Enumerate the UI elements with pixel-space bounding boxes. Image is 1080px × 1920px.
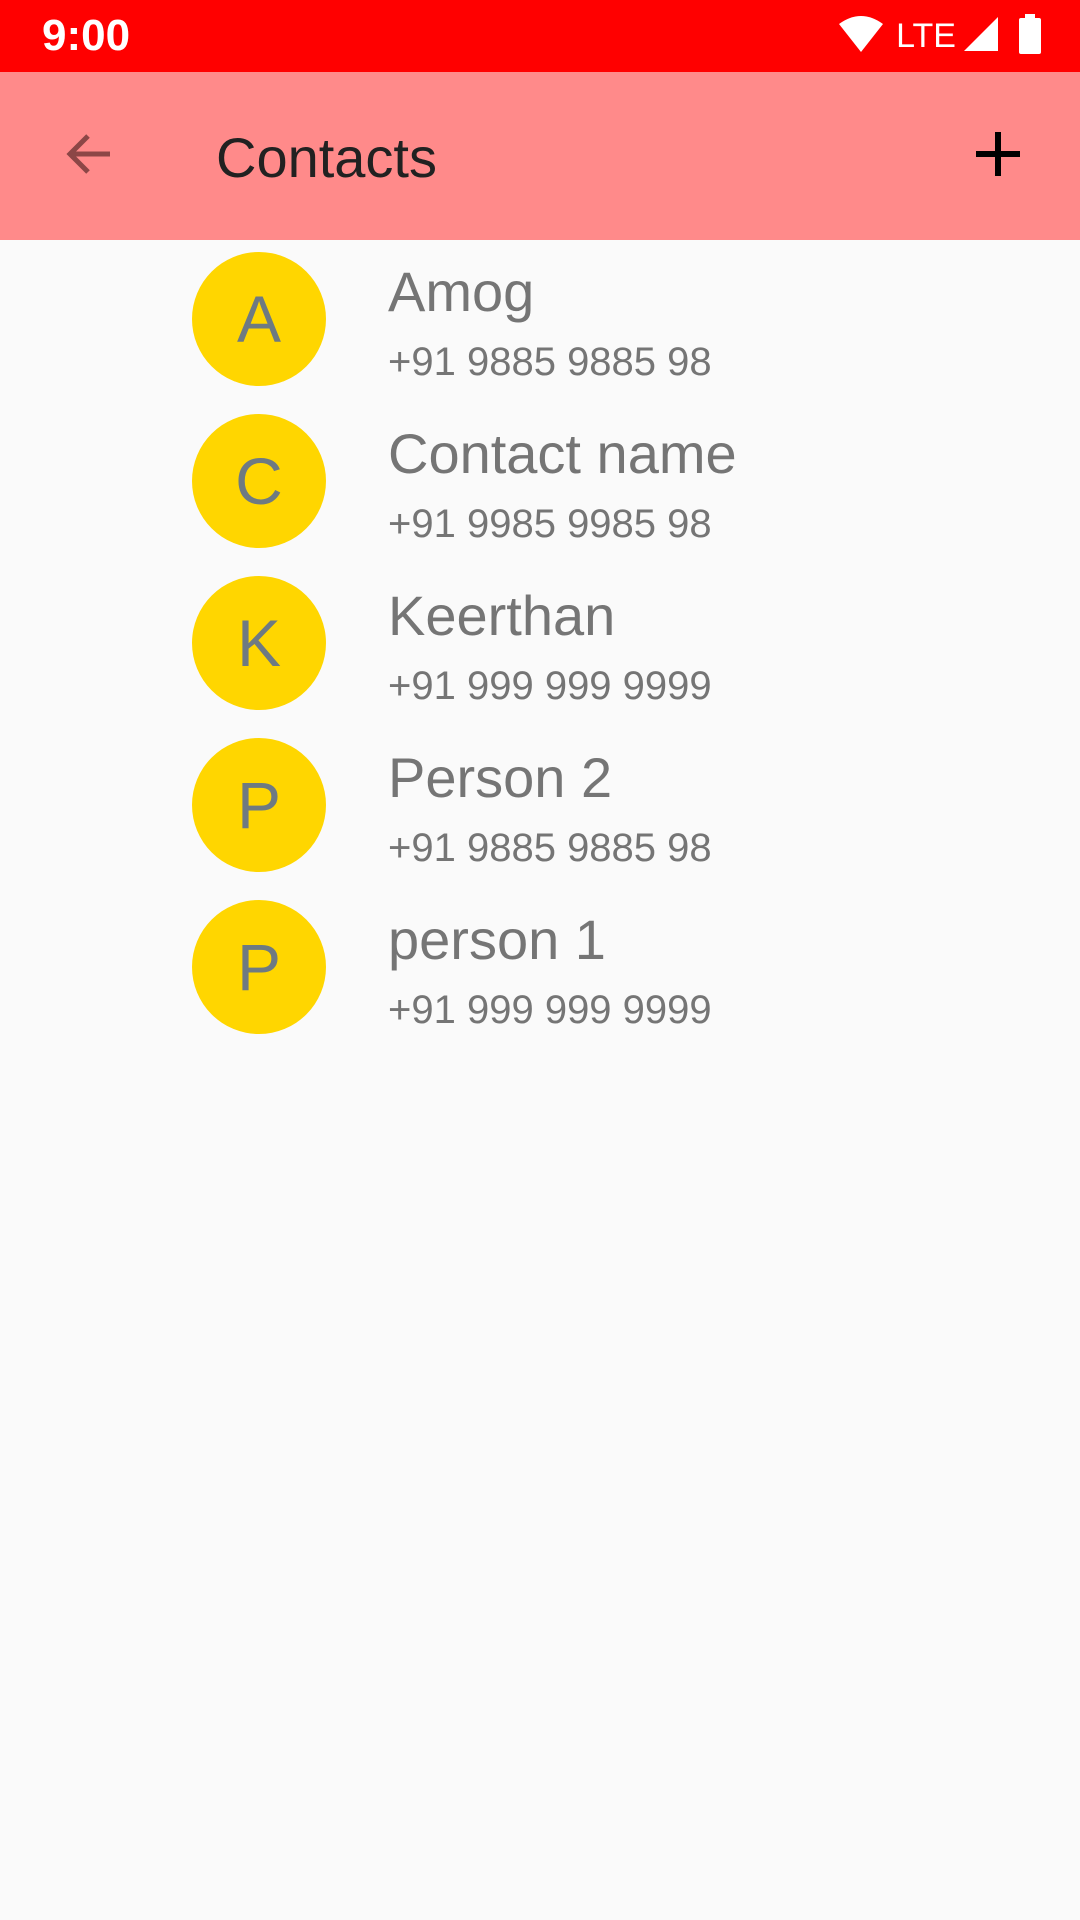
contact-item[interactable]: C Contact name +91 9985 9985 98: [0, 414, 1080, 576]
contact-phone: +91 999 999 9999: [388, 664, 712, 708]
contact-list: A Amog +91 9885 9885 98 C Contact name +…: [0, 252, 1080, 1062]
add-contact-button[interactable]: [954, 112, 1042, 200]
network-type-label: LTE: [896, 17, 956, 55]
contact-phone: +91 999 999 9999: [388, 988, 712, 1032]
avatar: C: [192, 414, 326, 548]
back-button[interactable]: [44, 112, 132, 200]
contact-name: person 1: [388, 908, 606, 971]
contact-name: Person 2: [388, 746, 613, 809]
status-icons: LTE: [832, 13, 1042, 59]
contact-name: Keerthan: [388, 584, 616, 647]
avatar: P: [192, 900, 326, 1034]
avatar: K: [192, 576, 326, 710]
contact-phone: +91 9885 9885 98: [388, 340, 712, 384]
contact-phone: +91 9885 9885 98: [388, 826, 712, 870]
contact-item[interactable]: A Amog +91 9885 9885 98: [0, 252, 1080, 414]
plus-icon: [974, 130, 1022, 183]
battery-icon: [1018, 13, 1042, 59]
avatar: P: [192, 738, 326, 872]
wifi-icon: [838, 14, 884, 59]
page-title: Contacts: [216, 126, 437, 189]
arrow-back-icon: [62, 128, 114, 185]
contact-phone: +91 9985 9985 98: [388, 502, 712, 546]
contact-item[interactable]: P Person 2 +91 9885 9885 98: [0, 738, 1080, 900]
contact-name: Amog: [388, 260, 535, 323]
status-time: 9:00: [42, 11, 131, 60]
signal-icon: [962, 15, 1000, 58]
contact-name: Contact name: [388, 422, 737, 485]
avatar: A: [192, 252, 326, 386]
contact-item[interactable]: K Keerthan +91 999 999 9999: [0, 576, 1080, 738]
app-bar: Contacts: [0, 72, 1080, 240]
contact-item[interactable]: P person 1 +91 999 999 9999: [0, 900, 1080, 1062]
status-bar: 9:00 LTE: [0, 0, 1080, 72]
